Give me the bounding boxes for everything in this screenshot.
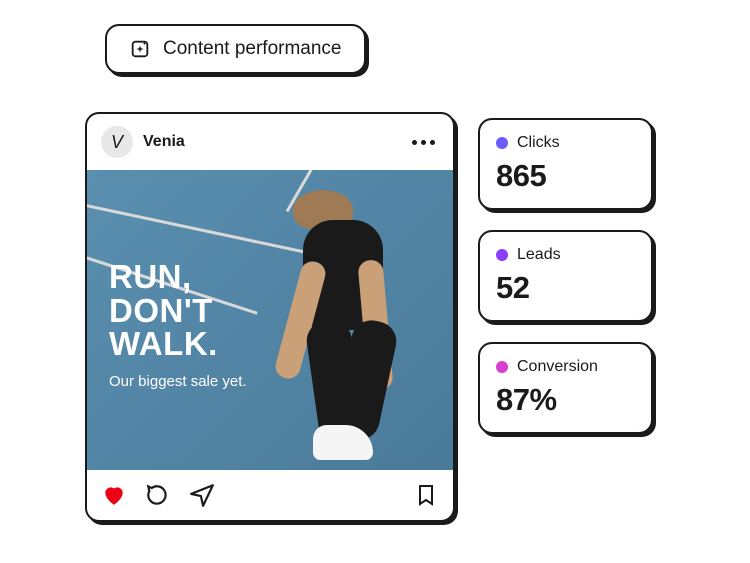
post-subhead: Our biggest sale yet. <box>109 373 247 390</box>
metric-leads: Leads 52 <box>478 230 653 322</box>
heart-icon[interactable] <box>101 482 127 508</box>
metric-value: 87% <box>496 382 635 418</box>
athlete-figure <box>233 190 433 470</box>
metric-dot-icon <box>496 361 508 373</box>
share-icon[interactable] <box>189 482 215 508</box>
post-copy: RUN, DON'T WALK. Our biggest sale yet. <box>109 260 247 390</box>
avatar[interactable]: V <box>101 126 133 158</box>
metric-clicks: Clicks 865 <box>478 118 653 210</box>
metric-dot-icon <box>496 137 508 149</box>
content-performance-pill: Content performance <box>105 24 366 74</box>
metric-dot-icon <box>496 249 508 261</box>
social-post-card: V Venia RUN, DON'T WALK. Our biggest sa <box>85 112 455 522</box>
comment-icon[interactable] <box>145 482 171 508</box>
post-header: V Venia <box>87 114 453 170</box>
content-performance-label: Content performance <box>163 38 342 60</box>
metric-label: Clicks <box>517 134 560 152</box>
post-headline: RUN, DON'T WALK. <box>109 260 247 361</box>
post-actions <box>87 470 453 520</box>
metric-label: Leads <box>517 246 561 264</box>
post-username[interactable]: Venia <box>143 133 402 151</box>
more-icon[interactable] <box>412 140 439 145</box>
metric-label: Conversion <box>517 358 598 376</box>
avatar-letter: V <box>111 132 123 153</box>
metric-value: 52 <box>496 270 635 306</box>
bookmark-icon[interactable] <box>413 482 439 508</box>
metric-conversion: Conversion 87% <box>478 342 653 434</box>
post-image: RUN, DON'T WALK. Our biggest sale yet. <box>87 170 453 470</box>
sparkle-icon <box>129 38 151 60</box>
metric-value: 865 <box>496 158 635 194</box>
